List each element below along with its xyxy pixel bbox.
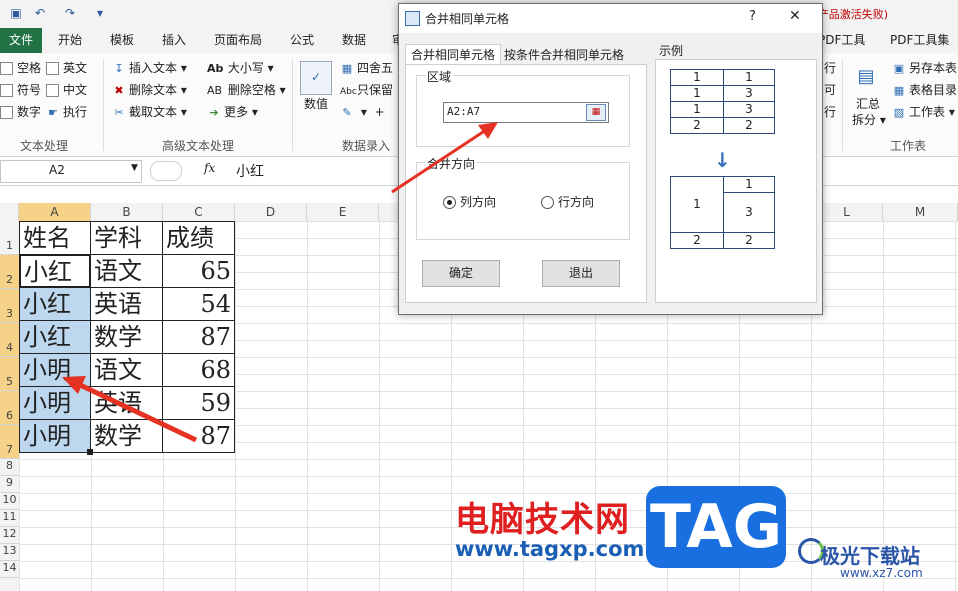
annotation-arrow-cells: [62, 376, 198, 443]
watermark-tag-logo: TAG: [646, 486, 786, 568]
watermark-site-name: 电脑技术网: [455, 500, 630, 540]
annotation-arrow-dialog: [391, 122, 498, 194]
watermark-site-url: www.tagxp.com: [455, 537, 645, 561]
watermark-brand: 极光下载站: [820, 544, 920, 568]
watermark-brand-url: www.xz7.com: [840, 566, 923, 580]
